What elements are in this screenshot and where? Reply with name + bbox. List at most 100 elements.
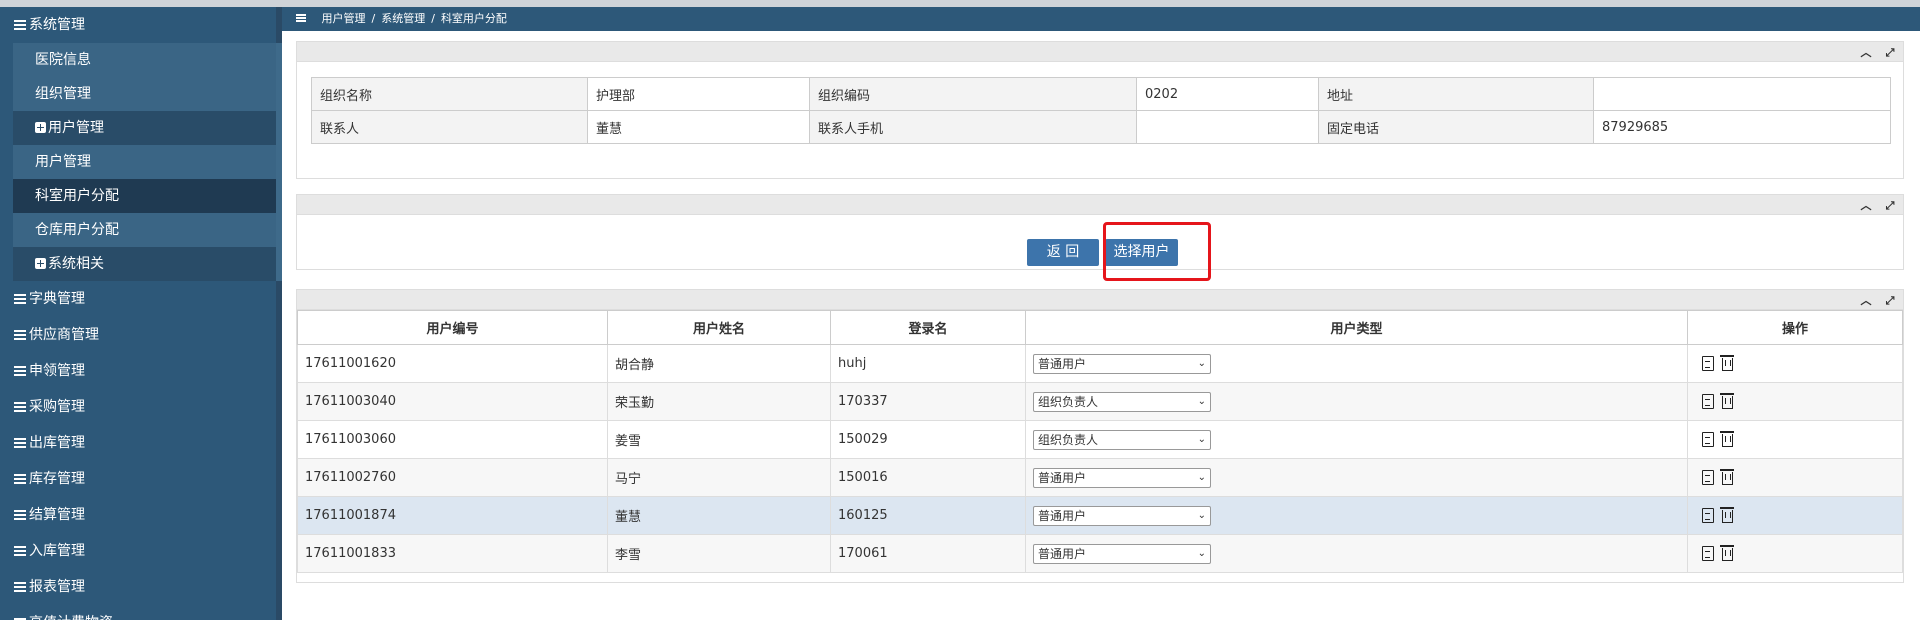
sidebar-item[interactable]: 医院信息: [13, 43, 282, 77]
sidebar-item[interactable]: 组织管理: [13, 77, 282, 111]
sidebar-item-active[interactable]: 科室用户分配: [13, 179, 282, 213]
back-button[interactable]: 返 回: [1027, 239, 1099, 266]
col-header-user-id[interactable]: 用户编号: [297, 310, 608, 345]
cell-user-name: 荣玉勤: [607, 382, 831, 421]
cell-user-type: 普通用户 ⌄: [1025, 496, 1688, 535]
sidebar-item-label: 医院信息: [35, 52, 91, 68]
chevron-down-icon: ⌄: [1197, 357, 1206, 369]
cell-actions: [1687, 534, 1903, 573]
edit-document-icon[interactable]: [1702, 432, 1714, 447]
user-type-value: 普通用户: [1038, 546, 1087, 561]
sidebar-item-top[interactable]: 出库管理: [0, 425, 282, 461]
sidebar-item-label: 报表管理: [29, 579, 85, 595]
cell-actions: [1687, 344, 1903, 383]
trash-icon[interactable]: [1720, 469, 1734, 485]
table-row[interactable]: 17611001620 胡合静 huhj 普通用户 ⌄: [297, 344, 1903, 383]
chevron-down-icon: ⌄: [1197, 433, 1206, 445]
list-icon: [14, 546, 26, 556]
col-header-login[interactable]: 登录名: [830, 310, 1026, 345]
user-type-value: 组织负责人: [1038, 394, 1099, 409]
table-row[interactable]: 17611001833 李雪 170061 普通用户 ⌄: [297, 534, 1903, 573]
expand-icon[interactable]: ⤢: [1881, 294, 1899, 308]
collapse-icon[interactable]: ︿: [1857, 199, 1875, 213]
cell-login: 170337: [830, 382, 1026, 421]
org-name-label: 组织名称: [311, 77, 588, 111]
edit-document-icon[interactable]: [1702, 546, 1714, 561]
contact-mobile-label: 联系人手机: [809, 110, 1137, 144]
sidebar-item-label: 结算管理: [29, 507, 85, 523]
collapse-icon[interactable]: ︿: [1857, 294, 1875, 308]
user-type-select[interactable]: 组织负责人 ⌄: [1033, 391, 1211, 412]
trash-icon[interactable]: [1720, 507, 1734, 523]
col-header-user-type[interactable]: 用户类型: [1025, 310, 1688, 345]
edit-document-icon[interactable]: [1702, 394, 1714, 409]
highlight-box: [1103, 222, 1211, 281]
sidebar-item-top[interactable]: 采购管理: [0, 389, 282, 425]
user-type-value: 普通用户: [1038, 508, 1087, 523]
sidebar-item-top[interactable]: 供应商管理: [0, 317, 282, 353]
sidebar-item-top[interactable]: 报表管理: [0, 569, 282, 605]
sidebar-item-top[interactable]: 系统管理: [0, 7, 282, 43]
chevron-down-icon: ⌄: [1197, 509, 1206, 521]
expand-icon[interactable]: ⤢: [1881, 199, 1899, 213]
cell-actions: [1687, 420, 1903, 459]
list-icon: [14, 330, 26, 340]
trash-icon[interactable]: [1720, 355, 1734, 371]
cell-user-type: 组织负责人 ⌄: [1025, 382, 1688, 421]
panel-header: ︿ ⤢: [297, 290, 1903, 310]
sidebar-item-label: 仓库用户分配: [35, 222, 119, 238]
sidebar-item-label: 申领管理: [29, 363, 85, 379]
breadcrumb-item[interactable]: 系统管理: [381, 12, 425, 25]
breadcrumb: 用户管理 / 系统管理 / 科室用户分配: [282, 7, 1920, 31]
user-table: 用户编号 用户姓名 登录名 用户类型 操作 17611001620 胡合静 huhj…: [297, 310, 1903, 573]
edit-document-icon[interactable]: [1702, 470, 1714, 485]
sidebar-item[interactable]: 仓库用户分配: [13, 213, 282, 247]
cell-actions: [1687, 382, 1903, 421]
breadcrumb-item[interactable]: 用户管理: [322, 12, 366, 25]
sidebar: 系统管理 医院信息 组织管理 用户管理 用户管理 科室用户分配 仓库用户分配 系统相关 字典管理…: [0, 7, 282, 620]
sidebar-menu: 系统管理 医院信息 组织管理 用户管理 用户管理 科室用户分配 仓库用户分配 系统相关 字典管理…: [0, 7, 282, 620]
sidebar-group[interactable]: 系统相关: [13, 247, 282, 281]
trash-icon[interactable]: [1720, 393, 1734, 409]
sidebar-item[interactable]: 用户管理: [13, 145, 282, 179]
fixed-phone-label: 固定电话: [1318, 110, 1594, 144]
org-info-panel: ︿ ⤢ 组织名称 护理部 组织编码 0202 地址 联系人 董慧 联系人手机 固定…: [296, 41, 1904, 179]
sidebar-item-top[interactable]: 高值计费物资: [0, 605, 282, 620]
user-type-select[interactable]: 组织负责人 ⌄: [1033, 429, 1211, 450]
sidebar-group[interactable]: 用户管理: [13, 111, 282, 145]
trash-icon[interactable]: [1720, 545, 1734, 561]
user-type-select[interactable]: 普通用户 ⌄: [1033, 467, 1211, 488]
cell-login: 150016: [830, 458, 1026, 497]
contact-mobile-value: [1136, 110, 1319, 144]
actions-panel: ︿ ⤢: [296, 194, 1904, 270]
collapse-icon[interactable]: ︿: [1857, 46, 1875, 60]
expand-plus-icon: [35, 122, 46, 133]
table-row[interactable]: 17611001874 董慧 160125 普通用户 ⌄: [297, 496, 1903, 535]
cell-user-id: 17611001833: [297, 534, 608, 573]
menu-toggle-icon[interactable]: [296, 14, 306, 22]
cell-user-id: 17611001620: [297, 344, 608, 383]
col-header-user-name[interactable]: 用户姓名: [607, 310, 831, 345]
user-type-select[interactable]: 普通用户 ⌄: [1033, 505, 1211, 526]
cell-login: 160125: [830, 496, 1026, 535]
edit-document-icon[interactable]: [1702, 508, 1714, 523]
user-type-select[interactable]: 普通用户 ⌄: [1033, 543, 1211, 564]
user-type-select[interactable]: 普通用户 ⌄: [1033, 353, 1211, 374]
table-row[interactable]: 17611003040 荣玉勤 170337 组织负责人 ⌄: [297, 382, 1903, 421]
edit-document-icon[interactable]: [1702, 356, 1714, 371]
user-type-value: 组织负责人: [1038, 432, 1099, 447]
table-row[interactable]: 17611003060 姜雪 150029 组织负责人 ⌄: [297, 420, 1903, 459]
sidebar-item-label: 系统相关: [48, 256, 104, 272]
sidebar-item-top[interactable]: 库存管理: [0, 461, 282, 497]
sidebar-item-top[interactable]: 结算管理: [0, 497, 282, 533]
table-row[interactable]: 17611002760 马宁 150016 普通用户 ⌄: [297, 458, 1903, 497]
sidebar-item-label: 库存管理: [29, 471, 85, 487]
sidebar-item-top[interactable]: 字典管理: [0, 281, 282, 317]
panel-header: ︿ ⤢: [297, 42, 1903, 62]
trash-icon[interactable]: [1720, 431, 1734, 447]
expand-icon[interactable]: ⤢: [1881, 46, 1899, 60]
sidebar-item-top[interactable]: 申领管理: [0, 353, 282, 389]
cell-user-id: 17611002760: [297, 458, 608, 497]
sidebar-item-top[interactable]: 入库管理: [0, 533, 282, 569]
cell-login: 150029: [830, 420, 1026, 459]
